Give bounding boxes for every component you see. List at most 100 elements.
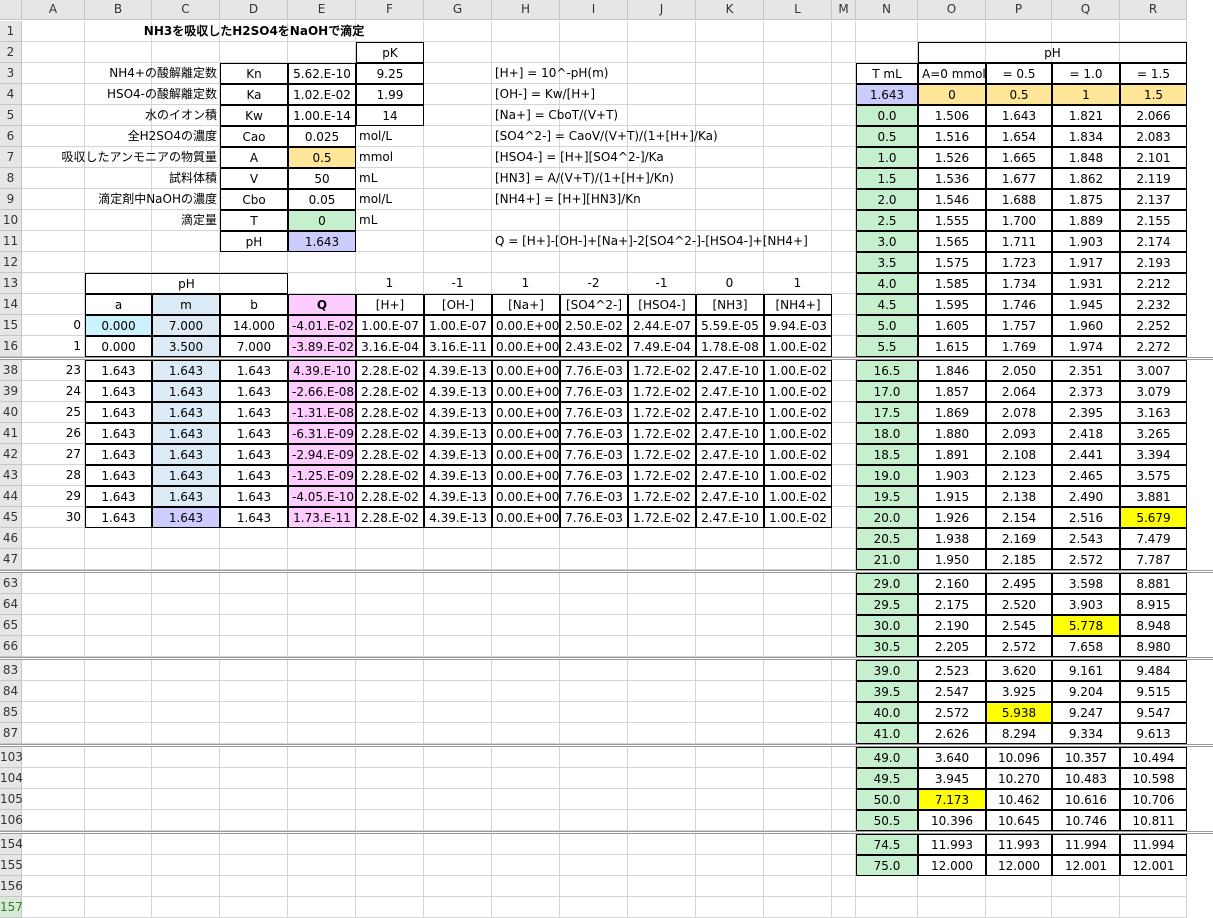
empty-cell[interactable] bbox=[22, 273, 85, 294]
empty-cell[interactable] bbox=[424, 660, 492, 681]
empty-cell[interactable] bbox=[832, 84, 856, 105]
row-header[interactable]: 87 bbox=[0, 723, 22, 744]
param-label[interactable]: 滴定量 bbox=[22, 210, 220, 231]
bisect-m-value[interactable]: 1.643 bbox=[152, 360, 220, 381]
titrant-volume[interactable]: 30.5 bbox=[856, 636, 918, 657]
empty-cell[interactable] bbox=[560, 789, 628, 810]
bisect-so4-value[interactable]: 7.76.E-03 bbox=[560, 444, 628, 465]
empty-cell[interactable] bbox=[986, 876, 1052, 897]
titrant-volume[interactable]: 1.0 bbox=[856, 147, 918, 168]
bisect-nh4-value[interactable]: 1.00.E-02 bbox=[764, 360, 832, 381]
titrant-volume[interactable]: 50.5 bbox=[856, 810, 918, 831]
param-value[interactable]: 1.643 bbox=[288, 231, 356, 252]
empty-cell[interactable] bbox=[22, 573, 85, 594]
empty-cell[interactable] bbox=[764, 789, 832, 810]
row-header[interactable]: 1 bbox=[0, 21, 22, 42]
empty-cell[interactable] bbox=[492, 42, 560, 63]
param-symbol[interactable]: Cbo bbox=[220, 189, 288, 210]
ph-value[interactable]: 1.889 bbox=[1052, 210, 1120, 231]
bisect-m-value[interactable]: 1.643 bbox=[152, 423, 220, 444]
column-header-B[interactable]: B bbox=[85, 0, 152, 20]
empty-cell[interactable] bbox=[628, 789, 696, 810]
ph-value[interactable]: 1.891 bbox=[918, 444, 986, 465]
empty-cell[interactable] bbox=[628, 21, 696, 42]
empty-cell[interactable] bbox=[696, 789, 764, 810]
param-value[interactable]: 5.62.E-10 bbox=[288, 63, 356, 84]
empty-cell[interactable] bbox=[220, 702, 288, 723]
empty-cell[interactable] bbox=[832, 189, 856, 210]
empty-cell[interactable] bbox=[832, 381, 856, 402]
ph-value[interactable]: 1.834 bbox=[1052, 126, 1120, 147]
ph-value[interactable]: 5.938 bbox=[986, 702, 1052, 723]
bisect-nh3-value[interactable]: 1.78.E-08 bbox=[696, 336, 764, 357]
empty-cell[interactable] bbox=[85, 723, 152, 744]
bisect-na-value[interactable]: 0.00.E+00 bbox=[492, 381, 560, 402]
formula-text[interactable]: [Na+] = CboT/(V+T) bbox=[492, 105, 832, 126]
param-symbol[interactable]: A bbox=[220, 147, 288, 168]
titrant-volume[interactable]: 40.0 bbox=[856, 702, 918, 723]
ph-value[interactable]: 2.351 bbox=[1052, 360, 1120, 381]
param-value[interactable]: 50 bbox=[288, 168, 356, 189]
empty-cell[interactable] bbox=[696, 594, 764, 615]
param-symbol[interactable]: pH bbox=[220, 231, 288, 252]
empty-cell[interactable] bbox=[628, 252, 696, 273]
empty-cell[interactable] bbox=[424, 789, 492, 810]
empty-cell[interactable] bbox=[560, 549, 628, 570]
row-header[interactable]: 84 bbox=[0, 681, 22, 702]
empty-cell[interactable] bbox=[22, 876, 85, 897]
ph-value[interactable]: 2.572 bbox=[986, 636, 1052, 657]
ph-value[interactable]: 1.915 bbox=[918, 486, 986, 507]
empty-cell[interactable] bbox=[356, 636, 424, 657]
column-header-F[interactable]: F bbox=[356, 0, 424, 20]
row-header[interactable]: 11 bbox=[0, 231, 22, 252]
titrant-volume[interactable]: 49.5 bbox=[856, 768, 918, 789]
ph-value[interactable]: 2.373 bbox=[1052, 381, 1120, 402]
row-header[interactable]: 45 bbox=[0, 507, 22, 528]
empty-cell[interactable] bbox=[22, 747, 85, 768]
bisect-hso4-value[interactable]: 1.72.E-02 bbox=[628, 402, 696, 423]
ph-value[interactable]: 2.545 bbox=[986, 615, 1052, 636]
formula-text[interactable]: [OH-] = Kw/[H+] bbox=[492, 84, 832, 105]
empty-cell[interactable] bbox=[832, 486, 856, 507]
bisect-nh4-value[interactable]: 1.00.E-02 bbox=[764, 444, 832, 465]
empty-cell[interactable] bbox=[492, 636, 560, 657]
bisect-col-header[interactable]: a bbox=[85, 294, 152, 315]
empty-cell[interactable] bbox=[832, 594, 856, 615]
bisect-q-value[interactable]: 4.39.E-10 bbox=[288, 360, 356, 381]
param-label[interactable]: 水のイオン積 bbox=[22, 105, 220, 126]
titrant-volume[interactable]: 17.0 bbox=[856, 381, 918, 402]
empty-cell[interactable] bbox=[22, 768, 85, 789]
empty-cell[interactable] bbox=[696, 573, 764, 594]
bisect-na-value[interactable]: 0.00.E+00 bbox=[492, 315, 560, 336]
ph-value[interactable]: 12.000 bbox=[986, 855, 1052, 876]
param-unit[interactable]: mmol bbox=[356, 147, 424, 168]
empty-cell[interactable] bbox=[492, 855, 560, 876]
ph-value[interactable]: 1.575 bbox=[918, 252, 986, 273]
ph-value[interactable]: 2.101 bbox=[1120, 147, 1187, 168]
param-symbol[interactable]: V bbox=[220, 168, 288, 189]
empty-cell[interactable] bbox=[424, 723, 492, 744]
ph-value[interactable]: 9.613 bbox=[1120, 723, 1187, 744]
formula-text[interactable]: Q = [H+]-[OH-]+[Na+]-2[SO4^2-]-[HSO4-]+[… bbox=[492, 231, 832, 252]
ph-value[interactable]: 7.658 bbox=[1052, 636, 1120, 657]
empty-cell[interactable] bbox=[918, 21, 986, 42]
ph-value[interactable]: 2.212 bbox=[1120, 273, 1187, 294]
param-symbol[interactable]: Ka bbox=[220, 84, 288, 105]
empty-cell[interactable] bbox=[560, 42, 628, 63]
empty-cell[interactable] bbox=[22, 660, 85, 681]
bisect-a-value[interactable]: 1.643 bbox=[85, 423, 152, 444]
ph-value[interactable]: 10.598 bbox=[1120, 768, 1187, 789]
empty-cell[interactable] bbox=[764, 834, 832, 855]
titrant-volume[interactable]: 1.5 bbox=[856, 168, 918, 189]
bisect-b-value[interactable]: 7.000 bbox=[220, 336, 288, 357]
ph-value[interactable]: 2.155 bbox=[1120, 210, 1187, 231]
ph-value[interactable]: 9.334 bbox=[1052, 723, 1120, 744]
titrant-volume[interactable]: 49.0 bbox=[856, 747, 918, 768]
iteration-index[interactable]: 23 bbox=[22, 360, 85, 381]
empty-cell[interactable] bbox=[628, 549, 696, 570]
bisect-col-header[interactable]: [NH3] bbox=[696, 294, 764, 315]
bisect-oh-value[interactable]: 4.39.E-13 bbox=[424, 507, 492, 528]
iteration-index[interactable]: 30 bbox=[22, 507, 85, 528]
bisect-nh4-value[interactable]: 9.94.E-03 bbox=[764, 315, 832, 336]
empty-cell[interactable] bbox=[152, 615, 220, 636]
